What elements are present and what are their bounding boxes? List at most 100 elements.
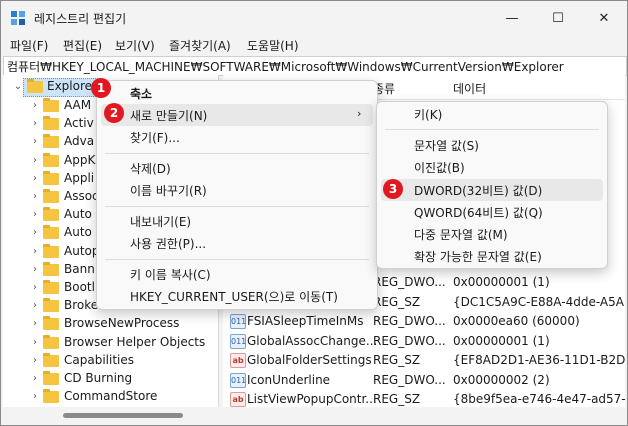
menu-item-label: 문자열 값(S) (414, 139, 479, 153)
folder-open-icon (27, 79, 43, 93)
tree-item-label: Assoc (64, 189, 99, 203)
tree-item-label: Browser Helper Objects (64, 334, 206, 349)
menu-item-label: 축소 (130, 87, 153, 101)
table-row[interactable]: 011 IconUnderline REG_DWO... 0x00000002 (2) (223, 371, 625, 390)
table-row[interactable]: ab GlobalFolderSettings REG_SZ {EF8AD2D1-AE… (223, 351, 625, 370)
menu-item-find[interactable]: 찾기(F)... (97, 126, 377, 148)
submenu-item-binary[interactable]: 이진값(B) (377, 156, 607, 178)
value-data: {EF8AD2D1-AE36-11D1-B2D (453, 353, 625, 367)
step-badge-3: 3 (383, 179, 403, 199)
menu-item-delete[interactable]: 삭제(D) (97, 157, 377, 179)
menu-item-new[interactable]: 새로 만들기(N) › (101, 104, 373, 126)
menu-item-label: 키(K) (414, 108, 443, 122)
folder-icon (43, 170, 59, 185)
table-row[interactable]: 011 GlobalAssocChange... REG_DWO... 0x00000… (223, 332, 625, 351)
tree-item-label: Explorer (47, 79, 97, 93)
menu-bar: 파일(F) 편집(E) 보기(V) 즐겨찾기(A) 도움말(H) (1, 35, 627, 55)
menu-view[interactable]: 보기(V) (115, 37, 155, 54)
submenu-item-key[interactable]: 키(K) (377, 103, 607, 125)
menu-item-label: QWORD(64비트) 값(Q) (414, 206, 543, 220)
chevron-right-icon[interactable]: › (29, 279, 41, 297)
scrollbar-thumb[interactable] (63, 413, 183, 418)
submenu-item-qword[interactable]: QWORD(64비트) 값(Q) (377, 201, 607, 223)
string-value-icon: ab (230, 353, 246, 368)
menu-separator (385, 129, 599, 130)
chevron-down-icon[interactable]: ⌄ (12, 78, 24, 96)
tree-item-label: Appli (64, 170, 95, 185)
chevron-right-icon[interactable]: › (29, 334, 41, 352)
menu-help[interactable]: 도움말(H) (247, 37, 299, 54)
menu-item-label: 다중 문자열 값(M) (414, 228, 508, 242)
menu-item-label: 삭제(D) (130, 162, 171, 176)
value-data: {DC1C5A9C-E88A-4dde-A5A (453, 294, 624, 309)
column-header-data[interactable]: 데이터 (453, 80, 486, 97)
value-name: GlobalFolderSettings (247, 353, 372, 367)
address-bar[interactable]: 컴퓨터₩HKEY_LOCAL_MACHINE₩SOFTWARE₩Microsof… (3, 56, 627, 76)
tree-item-label: Bann (64, 261, 95, 276)
tree-item-label: Auto (64, 225, 92, 240)
chevron-right-icon[interactable]: › (29, 133, 41, 151)
chevron-right-icon[interactable]: › (29, 297, 41, 315)
chevron-right-icon[interactable]: › (29, 370, 41, 388)
chevron-right-icon[interactable]: › (29, 170, 41, 188)
menu-separator (105, 153, 369, 154)
folder-icon (43, 371, 59, 385)
menu-item-label: 내보내기(E) (130, 215, 192, 229)
menu-item-collapse[interactable]: 축소 (97, 82, 377, 104)
menu-item-copy-key-name[interactable]: 키 이름 복사(C) (97, 263, 377, 285)
value-type: REG_DWO... (373, 372, 446, 387)
menu-item-label: 사용 권한(P)... (130, 237, 207, 251)
menu-item-permissions[interactable]: 사용 권한(P)... (97, 232, 377, 254)
folder-icon (43, 316, 59, 331)
chevron-right-icon[interactable]: › (29, 206, 41, 224)
close-button[interactable]: ✕ (581, 1, 627, 35)
chevron-right-icon: › (357, 107, 362, 120)
value-data: 0x00000001 (1) (453, 275, 550, 289)
folder-icon (43, 389, 59, 404)
submenu-item-dword[interactable]: DWORD(32비트) 값(D) (381, 179, 603, 201)
value-type: REG_DWO... (373, 275, 446, 289)
tree-item-label: AppK (64, 152, 96, 167)
window-title: 레지스트리 편집기 (34, 12, 127, 26)
chevron-right-icon[interactable]: › (29, 261, 41, 279)
address-path: 컴퓨터₩HKEY_LOCAL_MACHINE₩SOFTWARE₩Microsof… (7, 60, 564, 74)
menu-item-goto-hkcu[interactable]: HKEY_CURRENT_USER(으)로 이동(T) (97, 285, 377, 307)
tree-item-label: Activ (64, 116, 94, 131)
tree-item-label: Bootl (64, 280, 95, 294)
tree-item-label: Adva (64, 134, 95, 149)
chevron-right-icon[interactable]: › (29, 315, 41, 333)
submenu-item-multi-string[interactable]: 다중 문자열 값(M) (377, 223, 607, 245)
table-row[interactable]: ab ListViewPopupContr... REG_SZ {8be9f5ea-e… (223, 390, 625, 407)
chevron-right-icon[interactable]: › (29, 388, 41, 406)
tree-item-label: CommandStore (64, 389, 158, 404)
chevron-right-icon[interactable]: › (29, 97, 41, 115)
chevron-right-icon[interactable]: › (29, 152, 41, 170)
tree-item-label: Auto (64, 207, 92, 222)
chevron-right-icon[interactable]: › (29, 188, 41, 206)
submenu-item-expandable-string[interactable]: 확장 가능한 문자열 값(E) (377, 245, 607, 267)
maximize-button[interactable]: ☐ (535, 1, 581, 35)
menu-item-export[interactable]: 내보내기(E) (97, 210, 377, 232)
chevron-right-icon[interactable]: › (29, 224, 41, 242)
menu-edit[interactable]: 편집(E) (63, 37, 102, 54)
binary-value-icon: 011 (230, 314, 246, 329)
menu-favorites[interactable]: 즐겨찾기(A) (169, 37, 231, 54)
tree-item-label: Autop (64, 243, 100, 258)
menu-item-label: 새로 만들기(N) (130, 109, 208, 123)
minimize-button[interactable]: — (489, 1, 535, 35)
step-badge-2: 2 (104, 103, 124, 123)
table-row[interactable]: 011 FSIASleepTimeInMs REG_DWO... 0x0000ea60… (223, 312, 625, 331)
chevron-right-icon[interactable]: › (29, 243, 41, 261)
chevron-right-icon[interactable]: › (29, 352, 41, 370)
chevron-right-icon[interactable]: › (29, 115, 41, 133)
tree-item-label: CD Burning (64, 371, 133, 385)
menu-separator (105, 259, 369, 260)
value-type: REG_SZ (373, 392, 421, 406)
submenu-item-string[interactable]: 문자열 값(S) (377, 134, 607, 156)
horizontal-scrollbar[interactable] (3, 408, 625, 423)
menu-item-rename[interactable]: 이름 바꾸기(R) (97, 179, 377, 201)
folder-icon (43, 352, 59, 367)
menu-file[interactable]: 파일(F) (10, 37, 48, 54)
value-type: REG_DWO... (373, 314, 446, 328)
folder-icon (43, 298, 59, 313)
